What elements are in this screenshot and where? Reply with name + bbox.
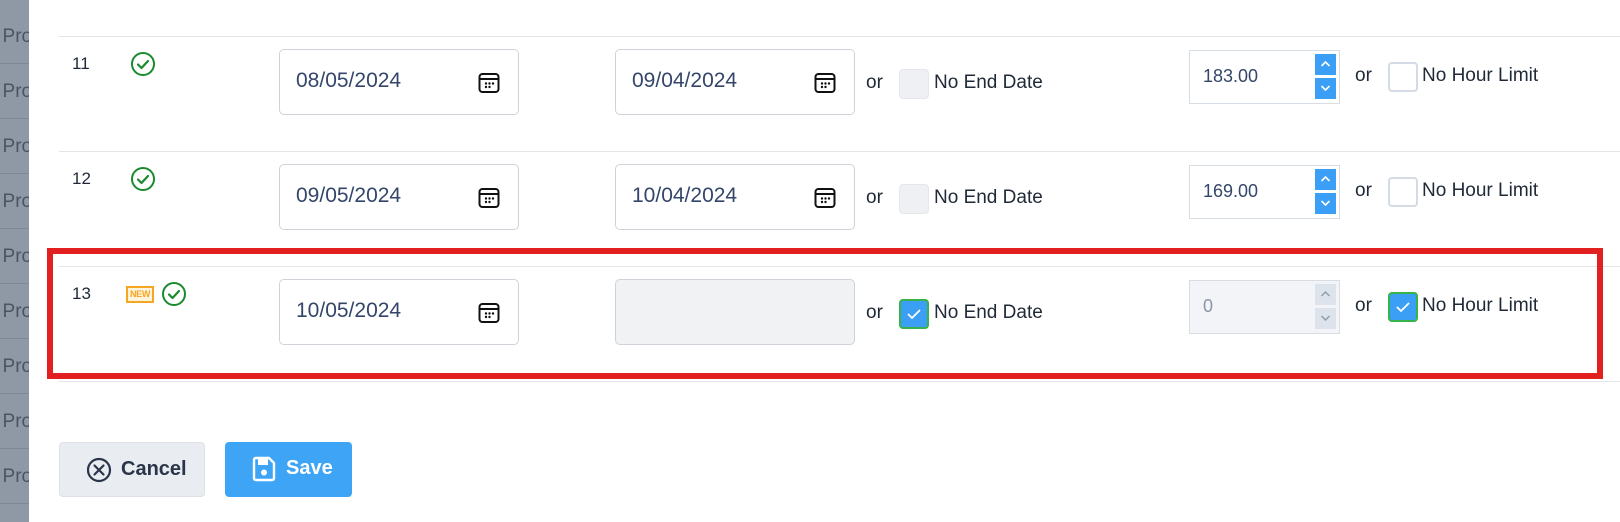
hours-value: 183.00 <box>1203 66 1259 86</box>
no-end-date-checkbox[interactable] <box>899 299 929 329</box>
end-date-value: 10/04/2024 <box>632 184 738 207</box>
end-date-value: 09/04/2024 <box>632 69 738 92</box>
or-label: or <box>1355 180 1372 201</box>
decrement-button <box>1315 308 1336 329</box>
backdrop-row-text: ; Pro <box>0 284 29 339</box>
no-end-date-checkbox[interactable] <box>899 184 929 214</box>
no-end-date-checkbox[interactable] <box>899 69 929 99</box>
no-end-date-label[interactable]: No End Date <box>934 72 1043 94</box>
start-date-input[interactable]: 09/05/2024 <box>279 164 519 230</box>
cancel-button[interactable]: Cancel <box>59 442 205 497</box>
row-number: 11 <box>72 54 90 73</box>
calendar-icon[interactable] <box>814 187 836 209</box>
increment-button <box>1315 284 1336 305</box>
or-label: or <box>1355 295 1372 316</box>
checkmark-icon <box>907 309 921 319</box>
hours-input[interactable]: 183.00 <box>1189 50 1340 104</box>
decrement-button[interactable] <box>1315 193 1336 214</box>
backdrop-row-text: ; Pro <box>0 174 29 229</box>
decrement-button[interactable] <box>1315 78 1336 99</box>
chevron-up-icon <box>1320 60 1331 67</box>
increment-button[interactable] <box>1315 54 1336 75</box>
save-label: Save <box>286 457 333 479</box>
end-date-input[interactable]: 10/04/2024 <box>615 164 855 230</box>
start-date-value: 08/05/2024 <box>296 69 402 92</box>
or-label: or <box>866 72 883 93</box>
backdrop-row-text: ; Pro <box>0 339 29 394</box>
close-circle-icon <box>86 457 112 483</box>
no-hour-limit-label[interactable]: No Hour Limit <box>1422 295 1538 317</box>
chevron-down-icon <box>1320 85 1331 92</box>
start-date-value: 09/05/2024 <box>296 184 402 207</box>
backdrop-row-text: ; Pro <box>0 119 29 174</box>
backdrop-row-text: ; Pro <box>0 229 29 284</box>
hours-input[interactable]: 169.00 <box>1189 165 1340 219</box>
floppy-disk-icon <box>252 456 276 482</box>
backdrop-row-text: ; Pro <box>0 9 29 64</box>
new-badge: NEW <box>126 286 154 303</box>
no-hour-limit-checkbox[interactable] <box>1388 292 1418 322</box>
row-number: 13 <box>72 284 91 303</box>
no-hour-limit-checkbox[interactable] <box>1388 62 1418 92</box>
backdrop-row-text: ; Pro <box>0 64 29 119</box>
check-circle-icon <box>131 167 155 191</box>
checkmark-icon <box>1396 302 1410 312</box>
chevron-up-icon <box>1320 175 1331 182</box>
end-date-input <box>615 279 855 345</box>
increment-button[interactable] <box>1315 169 1336 190</box>
no-end-date-label[interactable]: No End Date <box>934 302 1043 324</box>
calendar-icon[interactable] <box>478 72 500 94</box>
hours-value: 169.00 <box>1203 181 1259 201</box>
row-number: 12 <box>72 169 91 188</box>
check-circle-icon <box>162 282 186 306</box>
backdrop-row-text: ; Pro <box>0 394 29 449</box>
check-circle-icon <box>131 52 155 76</box>
row-divider <box>59 266 1620 267</box>
or-label: or <box>1355 65 1372 86</box>
chevron-down-icon <box>1320 200 1331 207</box>
chevron-up-icon <box>1321 291 1330 297</box>
start-date-value: 10/05/2024 <box>296 299 402 322</box>
start-date-input[interactable]: 10/05/2024 <box>279 279 519 345</box>
save-button[interactable]: Save <box>225 442 352 497</box>
hours-value: 0 <box>1203 296 1214 316</box>
no-end-date-label[interactable]: No End Date <box>934 187 1043 209</box>
no-hour-limit-label[interactable]: No Hour Limit <box>1422 65 1538 87</box>
backdrop-row-text: ; Pro <box>0 449 29 504</box>
no-hour-limit-checkbox[interactable] <box>1388 177 1418 207</box>
backdrop-overlay: ; Pro ; Pro ; Pro ; Pro ; Pro ; Pro ; Pr… <box>0 0 29 522</box>
start-date-input[interactable]: 08/05/2024 <box>279 49 519 115</box>
row-divider <box>59 36 1620 37</box>
end-date-input[interactable]: 09/04/2024 <box>615 49 855 115</box>
hours-input: 0 <box>1189 280 1340 334</box>
row-divider <box>59 151 1620 152</box>
or-label: or <box>866 302 883 323</box>
cancel-label: Cancel <box>121 458 187 480</box>
or-label: or <box>866 187 883 208</box>
row-divider <box>59 381 1620 382</box>
calendar-icon[interactable] <box>478 302 500 324</box>
calendar-icon[interactable] <box>478 187 500 209</box>
chevron-down-icon <box>1321 315 1330 321</box>
calendar-icon[interactable] <box>814 72 836 94</box>
no-hour-limit-label[interactable]: No Hour Limit <box>1422 180 1538 202</box>
